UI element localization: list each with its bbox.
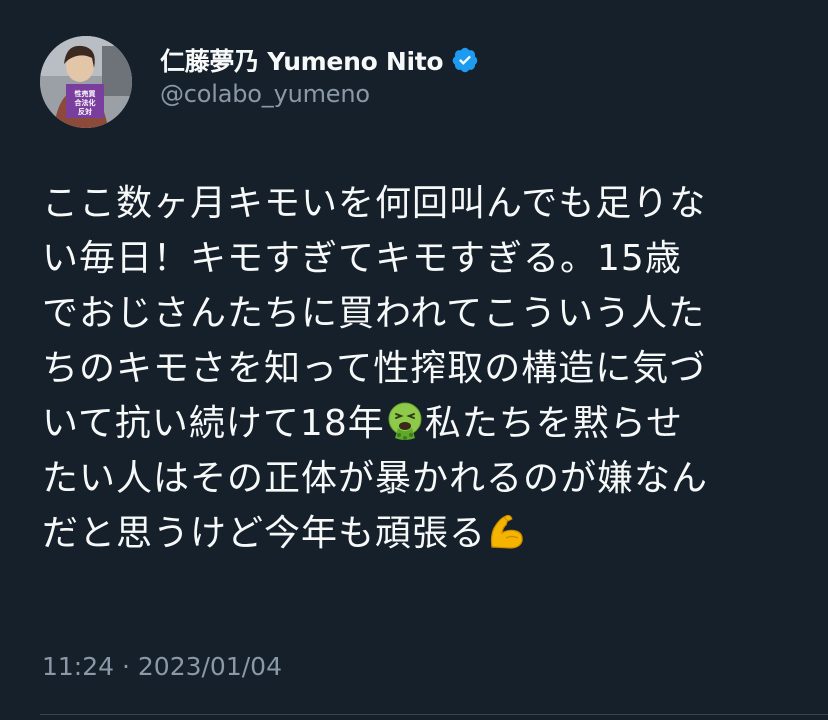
- avatar-sign-line-3: 反対: [78, 107, 92, 116]
- tweet-line-text: でおじさんたちに買われてこういう人た: [42, 293, 706, 334]
- tweet-line: でおじさんたちに買われてこういう人た: [42, 286, 792, 341]
- tweet-line: いて抗い続けて18年 私たちを黙らせ: [42, 396, 792, 451]
- tweet-line-text: たい人はその正体が暴かれるのが嫌なん: [42, 458, 709, 499]
- flexed-biceps-icon: [486, 511, 526, 551]
- tweet-line-text: い毎日！キモすぎてキモすぎる。15歳: [42, 238, 682, 279]
- tweet-line: たい人はその正体が暴かれるのが嫌なん: [42, 451, 792, 506]
- author-handle[interactable]: @colabo_yumeno: [160, 80, 370, 108]
- tweet-line-text: 私たちを黙らせ: [424, 403, 684, 444]
- tweet-line-text: だと思うけど今年も頑張る: [42, 513, 487, 554]
- verified-badge-icon: [451, 46, 479, 74]
- vomiting-face-icon: [385, 401, 425, 441]
- tweet-timestamp[interactable]: 11:24 · 2023/01/04: [42, 652, 282, 681]
- display-name[interactable]: 仁藤夢乃 Yumeno Nito: [160, 42, 444, 78]
- avatar[interactable]: 性売買 合法化 反対: [40, 36, 132, 128]
- tweet-text: ここ数ヶ月キモいを何回叫んでも足りな い毎日！キモすぎてキモすぎる。15歳 でお…: [42, 176, 792, 561]
- author-name-row[interactable]: 仁藤夢乃 Yumeno Nito: [160, 40, 479, 80]
- tweet-line: ちのキモさを知って性搾取の構造に気づ: [42, 341, 792, 396]
- tweet-line: ここ数ヶ月キモいを何回叫んでも足りな: [42, 176, 792, 231]
- tweet-line: だと思うけど今年も頑張る: [42, 506, 792, 561]
- tweet-line-text: ちのキモさを知って性搾取の構造に気づ: [42, 348, 707, 389]
- divider: [40, 714, 828, 715]
- tweet-line: い毎日！キモすぎてキモすぎる。15歳: [42, 231, 792, 286]
- tweet: 性売買 合法化 反対 仁藤夢乃 Yumeno Nito @colabo_yume…: [0, 0, 828, 720]
- tweet-line-text: いて抗い続けて18年: [42, 403, 385, 444]
- avatar-sign-line-2: 合法化: [74, 98, 96, 107]
- tweet-line-text: ここ数ヶ月キモいを何回叫んでも足りな: [42, 183, 707, 224]
- avatar-sign-line-1: 性売買: [75, 89, 97, 98]
